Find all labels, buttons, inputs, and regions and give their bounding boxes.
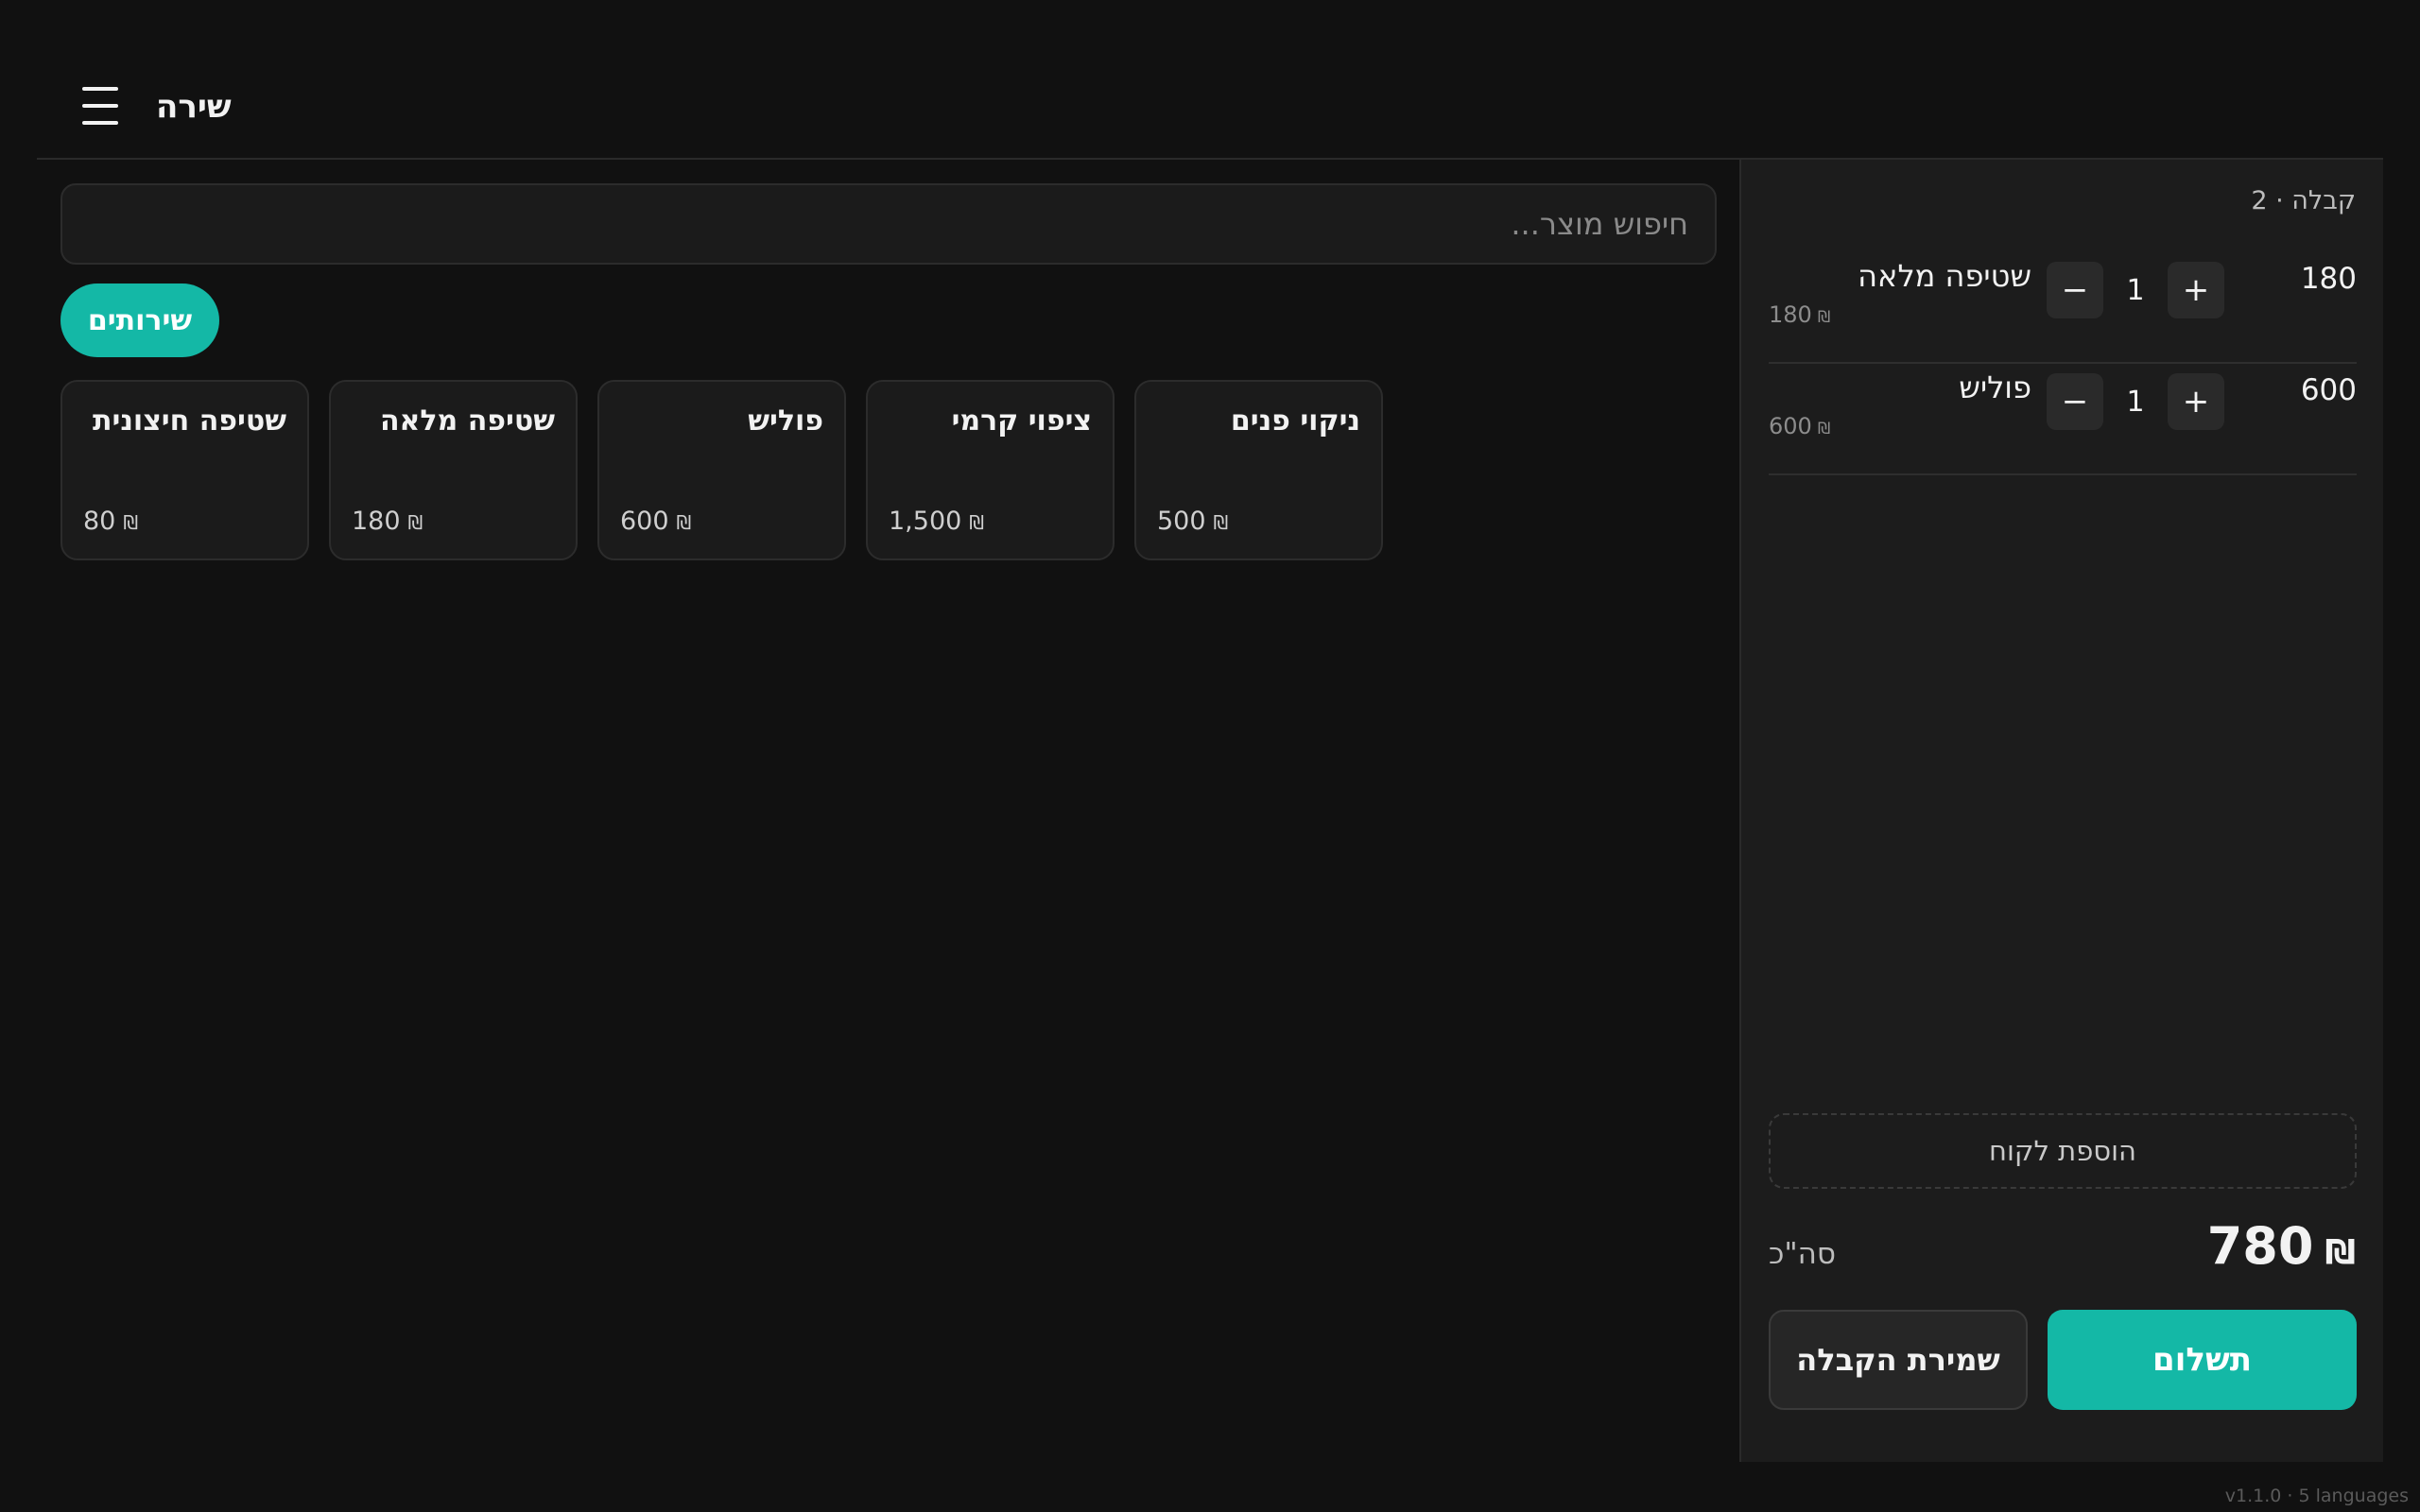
line-total: 600 [2300,373,2357,407]
shekel-icon: ₪ [1213,511,1229,534]
decrease-qty-button[interactable]: − [2047,373,2103,430]
product-search-input[interactable] [60,183,1717,265]
menu-bar [82,121,118,125]
line-total: 180 [2300,262,2357,296]
line-item-name: פוליש [1959,369,2031,405]
product-price: 500 ₪ [1157,507,1228,536]
product-card[interactable]: ניקוי פנים 500 ₪ [1134,380,1383,560]
total-label: סה"כ [1769,1237,1837,1271]
version-label: v1.1.0 · 5 languages [2224,1486,2409,1506]
line-unit-price-value: 600 [1769,413,1812,439]
total-amount: 780 ₪ [2207,1216,2356,1276]
decrease-qty-button[interactable]: − [2047,262,2103,318]
menu-bar [82,104,118,108]
shekel-icon: ₪ [1817,308,1831,327]
product-card[interactable]: שטיפה חיצונית 80 ₪ [60,380,309,560]
line-item-name: שטיפה מלאה [1858,258,2031,294]
line-quantity: 1 [2126,385,2145,419]
product-price: 600 ₪ [620,507,691,536]
total-amount-value: 780 [2206,1216,2314,1276]
shekel-icon: ₪ [676,511,692,534]
shekel-icon: ₪ [1817,420,1831,438]
product-name: ניקוי פנים [1230,404,1360,438]
receipt-title: קבלה · 2 [2251,186,2356,215]
pay-button[interactable]: תשלום [2048,1310,2357,1410]
line-unit-price-value: 180 [1769,301,1812,328]
product-price-value: 600 [620,507,669,536]
top-header: שירה [37,0,2383,160]
receipt-panel: קבלה · 2 שטיפה מלאה 180 ₪ − 1 + 180 פוליש… [1739,160,2383,1462]
save-receipt-button[interactable]: שמירת הקבלה [1769,1310,2028,1410]
product-price: 180 ₪ [352,507,423,536]
line-unit-price: 180 ₪ [1769,301,1830,328]
product-card[interactable]: שטיפה מלאה 180 ₪ [329,380,578,560]
increase-qty-button[interactable]: + [2168,373,2224,430]
shekel-icon: ₪ [969,511,984,534]
shekel-icon: ₪ [407,511,424,534]
receipt-line: פוליש 600 ₪ − 1 + 600 [1769,364,2357,475]
product-price-value: 500 [1157,507,1206,536]
product-price-value: 80 [83,507,116,536]
line-unit-price: 600 ₪ [1769,413,1830,439]
category-chip-services[interactable]: שירותים [60,284,219,357]
receipt-line: שטיפה מלאה 180 ₪ − 1 + 180 [1769,252,2357,364]
menu-bar [82,87,118,91]
product-name: שטיפה מלאה [379,404,555,438]
product-card[interactable]: ציפוי קרמי 1,500 ₪ [866,380,1115,560]
increase-qty-button[interactable]: + [2168,262,2224,318]
product-name: שטיפה חיצונית [93,404,286,438]
hamburger-menu-icon[interactable] [82,87,118,125]
pos-app: שירה שירותים ניקוי פנים 500 ₪ ציפוי קרמי … [0,0,2420,1512]
product-price-value: 180 [352,507,401,536]
product-price: 80 ₪ [83,507,138,536]
product-name: ציפוי קרמי [951,404,1092,438]
shekel-icon: ₪ [123,511,139,534]
shekel-icon: ₪ [2325,1233,2356,1272]
shop-name: שירה [156,88,232,126]
line-quantity: 1 [2126,273,2145,307]
product-price: 1,500 ₪ [889,507,984,536]
add-customer-button[interactable]: הוספת לקוח [1769,1113,2357,1189]
product-name: פוליש [748,404,823,438]
product-price-value: 1,500 [889,507,962,536]
product-card[interactable]: פוליש 600 ₪ [597,380,846,560]
